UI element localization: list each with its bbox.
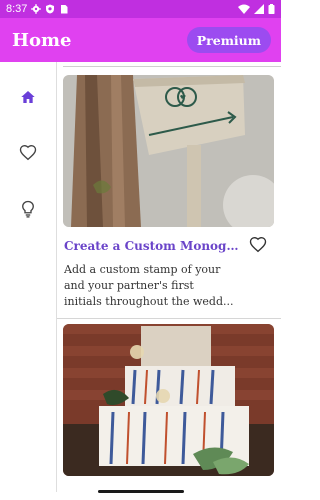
- heart-outline-icon: [249, 236, 267, 253]
- status-bar: 8:37: [0, 0, 281, 18]
- home-indicator[interactable]: [98, 490, 184, 493]
- card-title[interactable]: Create a Custom Monogr...: [64, 239, 239, 253]
- battery-icon: [268, 4, 275, 14]
- rail-item-home[interactable]: [16, 85, 40, 109]
- shield-icon: [46, 4, 55, 14]
- decorated-wedding-cake-photo: [63, 324, 274, 476]
- content-feed: Create a Custom Monogr... Add a custom s…: [57, 62, 281, 492]
- card-description-line: Add a custom stamp of your: [64, 263, 221, 276]
- divider: [63, 66, 281, 67]
- rail-item-ideas[interactable]: [16, 197, 40, 221]
- card-description-line: and your partner's first: [64, 279, 194, 292]
- page-title: Home: [12, 29, 72, 51]
- card-image-monogram[interactable]: [63, 75, 274, 227]
- app-bar: Home Premium: [0, 18, 281, 62]
- status-time: 8:37: [6, 3, 28, 15]
- card-description: Add a custom stamp of your and your part…: [64, 262, 234, 310]
- divider: [57, 318, 281, 319]
- wooden-monogram-sign-photo: [63, 75, 274, 227]
- favorite-button[interactable]: [247, 234, 269, 256]
- home-icon: [21, 91, 35, 103]
- heart-outline-icon: [19, 144, 37, 161]
- signal-icon: [254, 4, 264, 14]
- premium-button[interactable]: Premium: [186, 27, 271, 53]
- card-description-line: initials throughout the wedd...: [64, 295, 234, 308]
- card-image-cake[interactable]: [63, 324, 274, 476]
- lightbulb-icon: [22, 200, 34, 218]
- side-navigation-rail: [0, 62, 57, 492]
- wifi-icon: [238, 4, 250, 14]
- gear-icon: [31, 4, 42, 14]
- rail-item-favorites[interactable]: [16, 141, 40, 165]
- sim-card-icon: [61, 5, 68, 14]
